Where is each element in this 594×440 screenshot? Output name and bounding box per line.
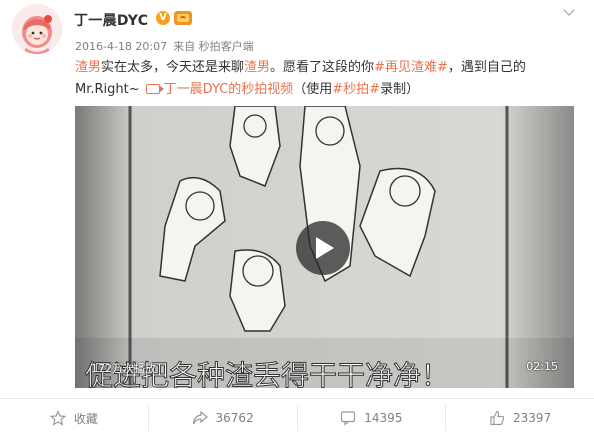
play-count: 172万次播放 [91,362,156,375]
action-bar: 收藏 36762 14395 23397 [0,398,594,438]
post-time[interactable]: 2016-4-18 20:07 [75,40,167,53]
vip-crown-icon[interactable] [174,11,192,25]
username[interactable]: 丁一晨DYC [74,10,148,30]
favorite-button[interactable]: 收藏 [0,405,149,431]
keyword-link[interactable]: 渣男 [244,60,270,75]
text-segment: 录制） [380,82,420,97]
text-segment: （使用 [293,82,333,97]
comment-icon [341,411,356,426]
post-text: 渣男实在太多，今天还是来聊渣男。愿看了这段的你#再见渣难#，遇到自己的 Mr.Ri… [75,57,580,101]
post-source[interactable]: 来自 秒拍客户端 [173,40,254,53]
text-segment: 实在太多，今天还是来聊 [101,60,245,75]
comment-button[interactable]: 14395 [298,405,447,431]
like-button[interactable]: 23397 [446,405,594,431]
thumbs-up-icon [490,410,505,426]
like-count: 23397 [513,411,552,425]
verified-badge-icon[interactable]: V [156,11,170,25]
share-icon [192,410,208,425]
comment-count: 14395 [364,411,403,425]
video-player[interactable]: 促进把各种渣丢得干干净净！ 172万次播放 02:15 [75,106,574,388]
forward-button[interactable]: 36762 [149,405,298,431]
post-meta: 2016-4-18 20:07 来自 秒拍客户端 [75,38,260,54]
star-icon [49,410,66,426]
favorite-label: 收藏 [73,411,98,426]
text-segment: Mr.Right~ [75,82,140,97]
text-segment: ，遇到自己的 [447,60,526,75]
forward-count: 36762 [215,411,254,425]
play-button-icon[interactable] [296,221,350,275]
hashtag-link[interactable]: #秒拍# [332,82,380,97]
avatar[interactable] [12,4,62,54]
hashtag-link[interactable]: #再见渣难# [374,60,448,75]
cartoon-girl-avatar-icon [12,4,62,54]
video-duration: 02:15 [526,360,558,373]
keyword-link[interactable]: 渣男 [75,60,101,75]
chevron-down-icon[interactable] [562,6,576,18]
weibo-post: 丁一晨DYC V 2016-4-18 20:07 来自 秒拍客户端 渣男实在太多，… [0,0,594,440]
video-link[interactable]: 丁一晨DYC的秒拍视频 [164,82,294,97]
text-segment: 。愿看了这段的你 [270,60,375,75]
video-link-icon [145,84,164,94]
